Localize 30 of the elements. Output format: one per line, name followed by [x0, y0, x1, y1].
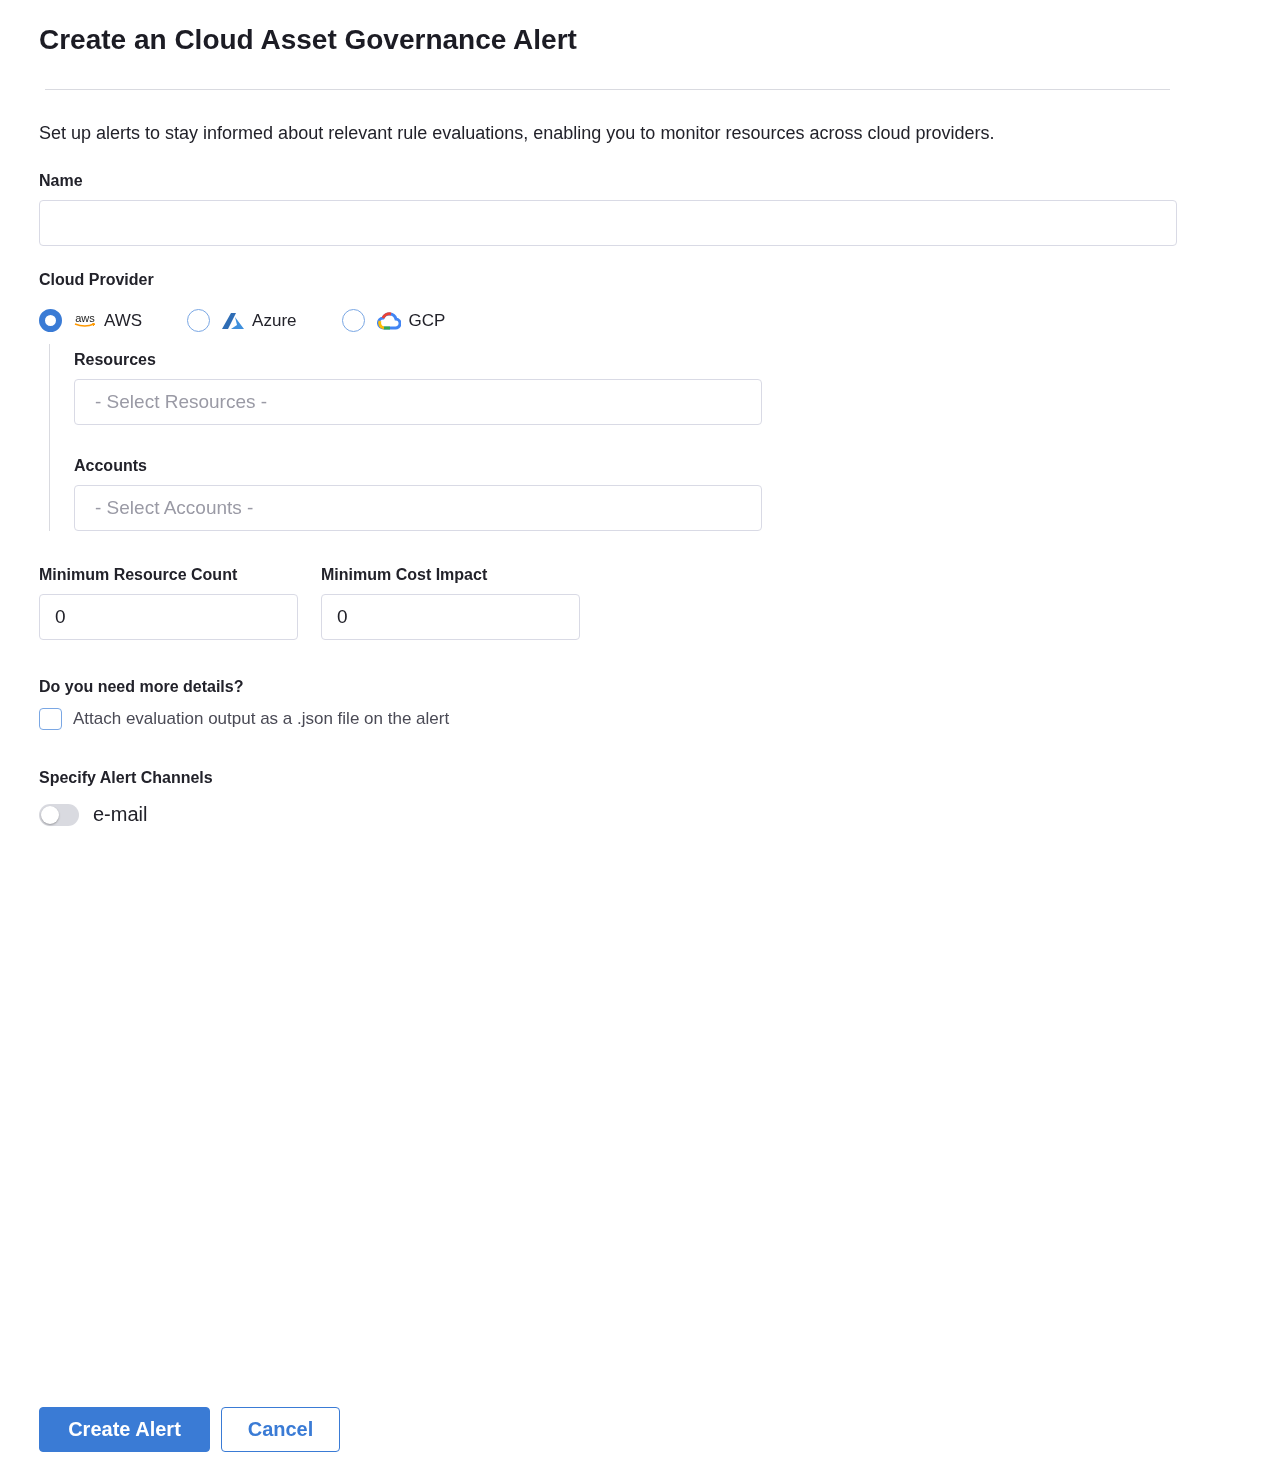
checkbox-label: Attach evaluation output as a .json file on the alert: [73, 709, 450, 729]
radio-button[interactable]: [187, 309, 211, 332]
create-button[interactable]: Create Alert: [39, 1407, 210, 1452]
number-field[interactable]: 0: [321, 594, 580, 640]
field-label: Minimum Cost Impact: [321, 565, 489, 585]
number-field[interactable]: 0: [39, 594, 298, 640]
name-field[interactable]: [39, 200, 1177, 246]
radio-label: GCP: [408, 310, 446, 331]
field-label: Cloud Provider: [39, 270, 155, 290]
radio-option[interactable]: Azure: [187, 309, 297, 332]
radio-label: Azure: [252, 310, 297, 331]
field-label: Do you need more details?: [39, 677, 245, 697]
checkbox[interactable]: [39, 708, 62, 730]
cloud-logo-icon: [376, 311, 401, 330]
page-title: Create an Cloud Asset Governance Alert: [39, 23, 578, 57]
field-label: Name: [39, 171, 84, 191]
radio-button[interactable]: [39, 309, 62, 332]
radio-option[interactable]: GCP: [341, 309, 446, 332]
field-label: Resources: [74, 350, 157, 370]
field-label: Minimum Resource Count: [39, 565, 239, 585]
toggle-switch[interactable]: [39, 803, 79, 826]
toggle-label: e-mail: [93, 803, 148, 826]
radio-option[interactable]: aws AWS: [39, 309, 143, 332]
radio-button[interactable]: [341, 309, 365, 332]
radio-label: AWS: [104, 310, 143, 331]
field-label: Specify Alert Channels: [39, 768, 214, 788]
cancel-button[interactable]: Cancel: [221, 1407, 340, 1452]
description: Set up alerts to stay informed about relevant rule evaluations, enabling you to monitor resources across cloud providers.: [39, 122, 996, 145]
field-label: Accounts: [74, 456, 148, 476]
triangle-logo-icon: [222, 311, 245, 330]
